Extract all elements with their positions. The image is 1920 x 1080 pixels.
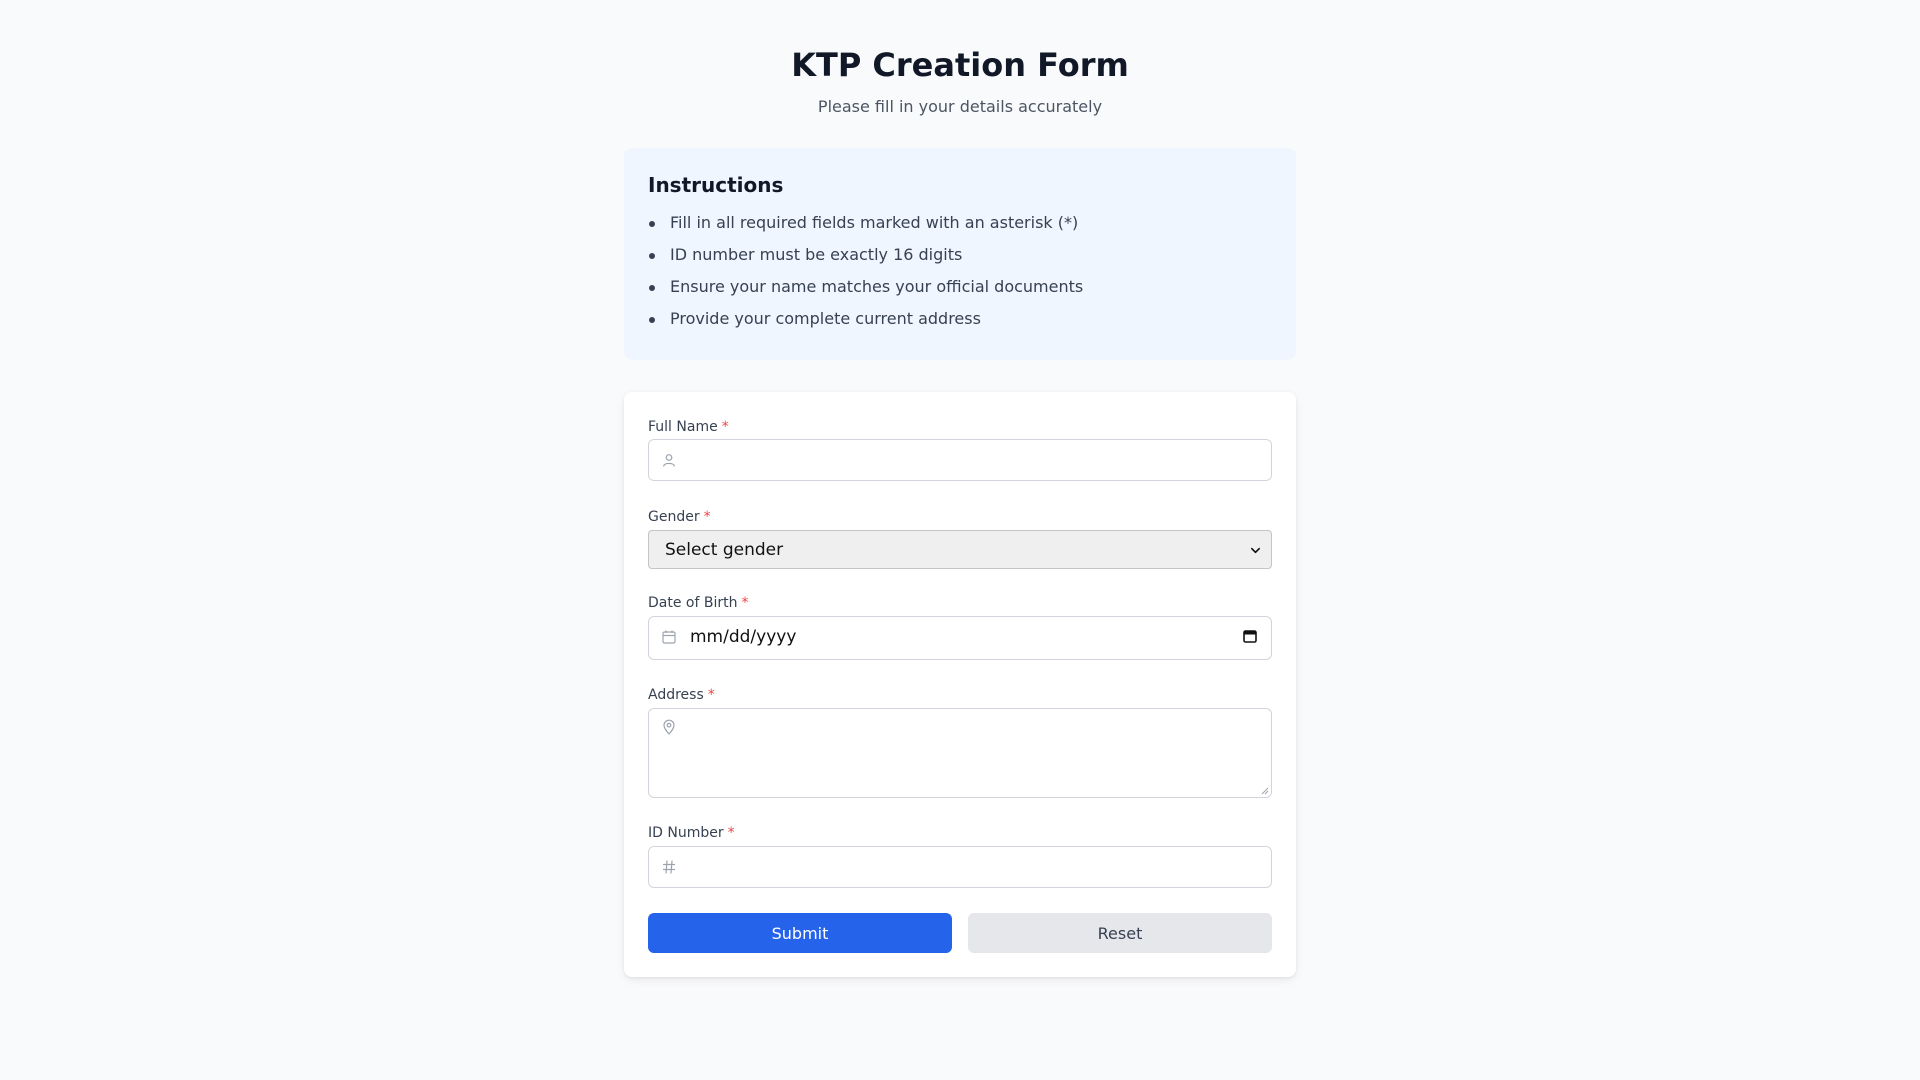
address-input[interactable] xyxy=(649,709,1271,797)
gender-select[interactable]: Select gender xyxy=(648,530,1272,569)
submit-button[interactable]: Submit xyxy=(648,913,952,953)
id-number-label-text: ID Number xyxy=(648,825,724,841)
dob-input[interactable]: mm/dd/yyyy xyxy=(690,627,796,647)
required-asterisk: * xyxy=(721,419,729,435)
id-number-field[interactable] xyxy=(648,846,1272,888)
dob-field[interactable]: mm/dd/yyyy xyxy=(648,616,1272,660)
required-asterisk: * xyxy=(707,687,715,703)
instructions-list: Fill in all required fields marked with … xyxy=(648,212,1272,330)
resize-handle-icon[interactable] xyxy=(1261,787,1269,795)
chevron-down-icon xyxy=(1251,547,1260,554)
required-asterisk: * xyxy=(741,595,749,611)
instruction-item: Fill in all required fields marked with … xyxy=(648,212,1272,234)
page: KTP Creation Form Please fill in your de… xyxy=(0,0,1920,1080)
dob-label: Date of Birth * xyxy=(648,594,748,612)
page-header: KTP Creation Form Please fill in your de… xyxy=(0,44,1920,118)
required-asterisk: * xyxy=(727,825,735,841)
address-label: Address * xyxy=(648,686,715,704)
instructions-heading: Instructions xyxy=(648,173,784,197)
instruction-item: Provide your complete current address xyxy=(648,308,1272,330)
full-name-label: Full Name * xyxy=(648,418,729,436)
page-subtitle: Please fill in your details accurately xyxy=(817,97,1103,116)
calendar-icon xyxy=(662,630,676,644)
id-number-label: ID Number * xyxy=(648,824,735,842)
full-name-field[interactable] xyxy=(648,439,1272,481)
address-label-text: Address xyxy=(648,687,704,703)
instruction-item: Ensure your name matches your official d… xyxy=(648,276,1272,298)
reset-button[interactable]: Reset xyxy=(968,913,1272,953)
calendar-picker-icon[interactable] xyxy=(1243,629,1257,643)
gender-label-text: Gender xyxy=(648,509,700,525)
ktp-form: Full Name * Gender * Select gender Date of… xyxy=(624,392,1296,977)
required-asterisk: * xyxy=(703,509,711,525)
dob-label-text: Date of Birth xyxy=(648,595,738,611)
gender-selected-value: Select gender xyxy=(665,540,784,560)
full-name-label-text: Full Name xyxy=(648,419,718,435)
instruction-item: ID number must be exactly 16 digits xyxy=(648,244,1272,266)
id-number-input[interactable] xyxy=(649,847,1271,887)
full-name-input[interactable] xyxy=(649,440,1271,480)
address-field[interactable] xyxy=(648,708,1272,798)
page-title: KTP Creation Form xyxy=(791,46,1129,84)
gender-label: Gender * xyxy=(648,508,711,526)
instructions-panel: Instructions Fill in all required fields… xyxy=(624,148,1296,360)
